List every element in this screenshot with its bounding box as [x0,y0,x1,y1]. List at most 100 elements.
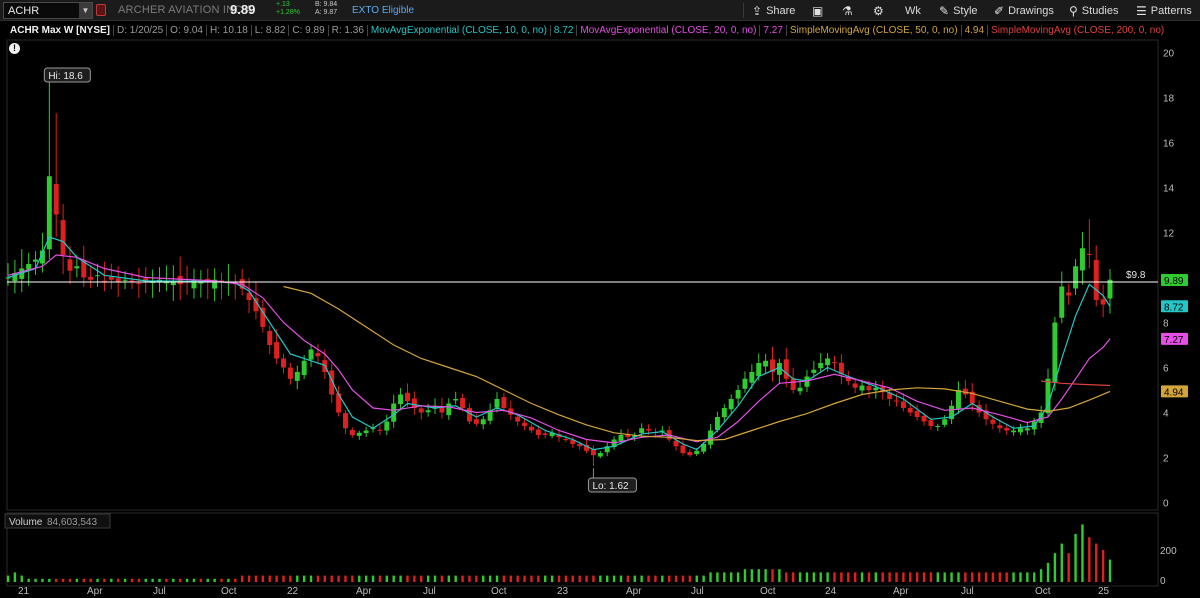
candle-body [1079,248,1085,271]
moving-averages [7,236,1111,451]
volume-bar [950,572,953,582]
timeframe-button[interactable]: Wk [905,3,921,18]
candle-body [1086,253,1092,255]
close-value: C: 9.89 [289,25,329,36]
study-ema20-label[interactable]: MovAvgExponential (CLOSE, 20, 0, no) [577,25,761,36]
volume-bar [1039,569,1043,582]
candle-body [749,372,755,383]
patterns-button[interactable]: ☰ Patterns [1136,3,1192,18]
link-color-icon[interactable] [96,4,106,16]
volume-bar [137,578,141,582]
volume-bar [296,575,299,582]
volume-bar [420,575,423,582]
candle-body [1011,430,1017,433]
flask-button[interactable]: ⚗ [842,3,853,18]
candle-body [845,377,851,381]
study-sma50-label[interactable]: SimpleMovingAvg (CLOSE, 50, 0, no) [787,25,962,36]
chevron-down-icon[interactable]: ▼ [79,3,92,18]
volume-bar [709,572,712,582]
candle-body [701,444,707,452]
candle-body [852,383,858,388]
volume-pane-frame [6,512,1159,587]
price-chart[interactable]: $9.8 Hi: 18.6Lo: 1.62 201816141210864209… [0,0,1200,598]
symbol-input[interactable]: ACHR ▼ [3,2,93,19]
time-tick-label: Apr [893,586,909,597]
time-tick-label: Jul [691,586,704,597]
lo-callout: Lo: 1.62 [587,477,637,493]
volume-bar [144,578,147,582]
volume-bar [599,575,602,582]
volume-bar [881,572,884,582]
candle-body [1024,428,1030,431]
volume-bar [330,575,333,582]
drawings-button[interactable]: ✐ Drawings [994,3,1054,18]
candle-body [776,363,782,375]
volume-bar [1101,550,1105,582]
volume-bar [860,572,864,582]
price-badge-bg [1161,300,1188,313]
volume-bar [977,572,981,582]
candle-body [33,259,39,262]
low-value: L: 8.82 [252,25,290,36]
candle-body [363,430,369,434]
volume-bar [902,572,905,582]
volume-bar [716,572,719,582]
chart-title[interactable]: ACHR Max W [NYSE] [7,25,115,36]
price-badge-text: 4.94 [1164,387,1184,398]
time-tick-label: Oct [491,586,507,597]
study-sma200-label[interactable]: SimpleMovingAvg (CLOSE, 200, 0, no) [988,25,1167,36]
price-tick-label: 14 [1163,184,1175,195]
candle-body [404,392,410,402]
volume-bar [544,575,547,582]
candle-body [398,394,404,405]
volume-bar [206,578,209,582]
volume-bar [805,572,809,582]
candle-body [673,440,679,447]
volume-bar [964,572,967,582]
volume-bar [440,575,444,582]
candle-body [5,277,11,279]
candle-body [439,406,445,413]
candle-body [274,342,280,359]
volume-bar [371,575,375,582]
notes-button[interactable]: ▣ [812,3,823,18]
settings-button[interactable]: ⚙ [873,3,884,18]
annotations: Hi: 18.6 Lo: 1.62 [43,67,637,493]
study-ema10-label[interactable]: MovAvgExponential (CLOSE, 10, 0, no) [368,25,551,36]
candle-body [12,273,18,282]
style-button[interactable]: ✎ Style [939,3,978,18]
candle-body [659,430,665,432]
alert-icon[interactable]: ! [9,43,20,54]
exto-eligible-link[interactable]: EXTO Eligible [352,5,414,16]
timeframe-label: Wk [905,4,921,17]
candle-body [590,449,596,456]
drawings-icon: ✐ [994,3,1005,18]
time-tick-label: Oct [1035,586,1051,597]
volume-bar [268,575,271,582]
volume-bar [1053,553,1057,582]
volume-bar [461,575,464,582]
volume-bar [254,575,258,582]
candle-body [480,419,486,425]
studies-button[interactable]: ⚲ Studies [1069,3,1119,18]
price-tick-label: 8 [1163,319,1169,330]
candle-body [198,282,204,284]
candle-body [955,390,961,410]
volume-bar [110,578,113,582]
volume-bar [1026,572,1029,582]
volume-bar [82,578,85,582]
price-badge-bg [1161,332,1188,345]
lo-box [587,477,637,493]
share-button[interactable]: ⇪ Share [752,3,795,18]
time-tick-label: Apr [87,586,103,597]
time-tick-label: 24 [825,586,837,597]
study-ema20-value: 7.27 [760,25,787,36]
volume-bar [55,578,58,582]
volume-bar [213,578,216,582]
top-toolbar: ACHR ▼ ARCHER AVIATION INC A 9.89 +.13 +… [0,0,1200,21]
time-tick-label: Oct [760,586,776,597]
patterns-label: Patterns [1150,4,1192,17]
ma-line [7,236,1111,451]
candle-body [108,276,114,280]
price-tick-label: 0 [1163,499,1169,510]
